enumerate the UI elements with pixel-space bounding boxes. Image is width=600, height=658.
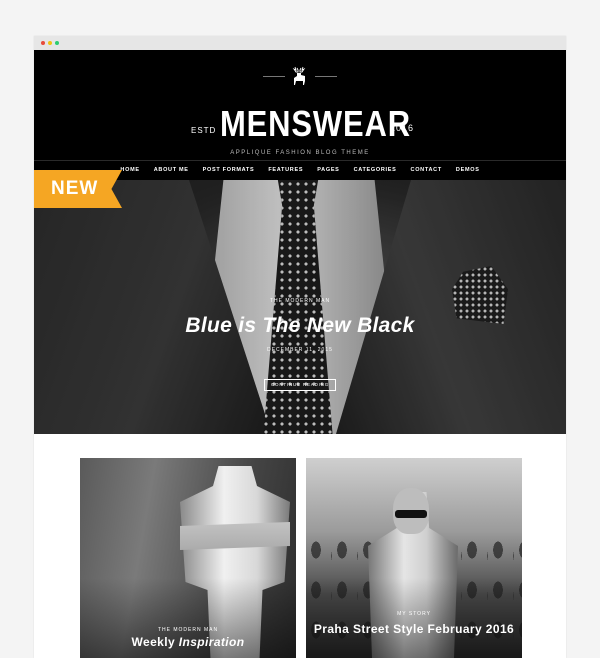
featured-slider[interactable]: THE MODERN MAN Blue is The New Black DEC… — [34, 180, 566, 434]
close-window-dot[interactable] — [41, 41, 45, 45]
minimize-window-dot[interactable] — [48, 41, 52, 45]
nav-item-contact[interactable]: CONTACT — [404, 161, 449, 180]
site-header: ESTD MENSWEAR 2016 APPLIQUE FASHION BLOG… — [34, 50, 566, 160]
emblem-divider-right — [315, 76, 337, 77]
post-card-title[interactable]: Praha Street Style February 2016 — [306, 623, 522, 636]
post-card-title-italic: Inspiration — [178, 635, 245, 649]
logo-estd: ESTD — [191, 126, 217, 135]
nav-item-features[interactable]: FEATURES — [261, 161, 310, 180]
new-badge: NEW — [34, 170, 122, 208]
post-grid: THE MODERN MAN Weekly Inspiration MY STO… — [80, 458, 522, 658]
post-card-category[interactable]: MY STORY — [306, 611, 522, 617]
emblem-divider-left — [263, 76, 285, 77]
browser-chrome — [34, 36, 566, 50]
post-image-sunglasses — [395, 510, 427, 518]
new-badge-label: NEW — [51, 178, 99, 199]
nav-item-pages[interactable]: PAGES — [310, 161, 346, 180]
nav-item-demos[interactable]: DEMOS — [449, 161, 487, 180]
site-logo[interactable]: ESTD MENSWEAR 2016 — [34, 103, 566, 144]
deer-icon — [292, 66, 306, 85]
logo-brand-name: MENSWEAR — [220, 103, 411, 144]
slide-overlay — [34, 180, 566, 434]
site-tagline: APPLIQUE FASHION BLOG THEME — [230, 150, 370, 156]
post-card[interactable]: MY STORY Praha Street Style February 201… — [306, 458, 522, 658]
post-card-overlay — [306, 578, 522, 658]
post-card-category[interactable]: THE MODERN MAN — [80, 627, 296, 633]
new-badge-ribbon: NEW — [34, 170, 122, 208]
slide-date: DECEMBER 11, 2015 — [267, 347, 333, 353]
post-card[interactable]: THE MODERN MAN Weekly Inspiration — [80, 458, 296, 658]
post-card-title[interactable]: Weekly Inspiration — [80, 636, 296, 649]
nav-item-categories[interactable]: CATEGORIES — [347, 161, 404, 180]
slide-category[interactable]: THE MODERN MAN — [34, 298, 566, 304]
maximize-window-dot[interactable] — [55, 41, 59, 45]
post-card-title-part: Weekly — [131, 635, 179, 649]
continue-reading-button[interactable]: CONTINUE READING — [264, 379, 336, 391]
nav-item-post-formats[interactable]: POST FORMATS — [196, 161, 262, 180]
logo-year: 2016 — [390, 123, 415, 133]
nav-item-about-me[interactable]: ABOUT ME — [147, 161, 196, 180]
slide-title[interactable]: Blue is The New Black — [34, 314, 566, 338]
browser-window: ESTD MENSWEAR 2016 APPLIQUE FASHION BLOG… — [34, 36, 566, 658]
logo-emblem — [34, 66, 566, 86]
